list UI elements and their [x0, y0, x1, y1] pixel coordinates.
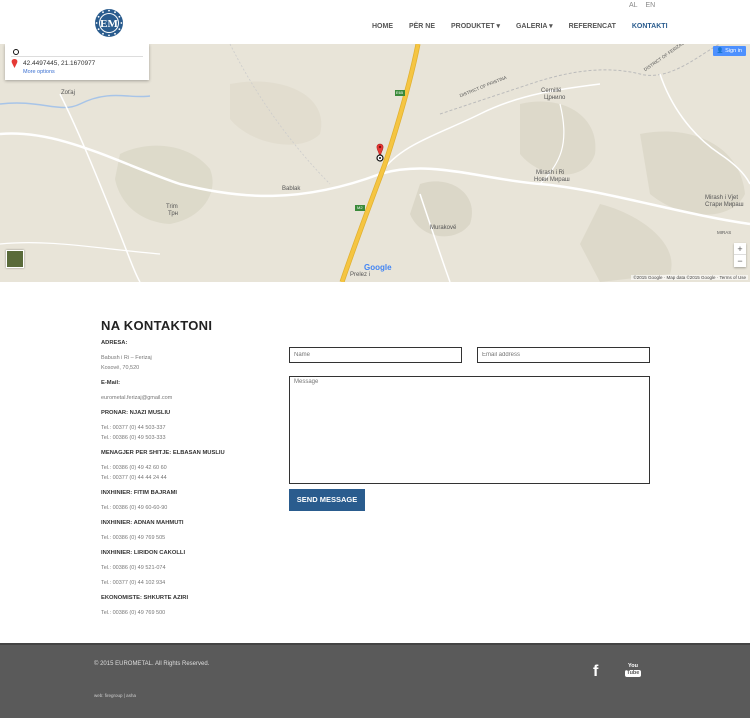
site-footer: © 2015 EUROMETAL. All Rights Reserved. w… [0, 643, 750, 718]
manager-tel-2: Tel.: 00377 (0) 44 44 24 44 [101, 475, 167, 481]
language-switcher: AL EN [629, 2, 661, 9]
marker-circle-icon [13, 49, 19, 55]
info-coordinates: 42.4497445, 21.1670977 [23, 60, 96, 67]
economist-tel: Tel.: 00386 (0) 49 769 500 [101, 610, 166, 616]
map-info-window: 42.4497445, 21.1670977 More options [5, 44, 149, 80]
map-label-prelez: Prelez i [350, 272, 371, 278]
map-label-trim: Trim [166, 204, 178, 210]
facebook-icon[interactable]: f [593, 663, 598, 681]
nav-galeria[interactable]: GALERIA ▾ [516, 22, 553, 30]
address-label: ADRESA: [101, 340, 128, 346]
nav-referencat[interactable]: REFERENCAT [569, 23, 616, 30]
send-message-button[interactable]: SEND MESSAGE [289, 489, 365, 511]
map-label-miras: MIRAS [717, 230, 732, 235]
owner-label: PRONAR: NJAZI MUSLIU [101, 410, 171, 416]
email-label: E-Mail: [101, 380, 121, 386]
engineer-1-tel: Tel.: 00386 (0) 49 60-60-90 [101, 505, 168, 511]
map-label-mirash: Mirash i Ri [536, 170, 565, 176]
google-map[interactable]: Zoťaj Bablak Trim Трн Cernillë Црнило Mi… [0, 44, 750, 282]
youtube-icon-bottom: Tube [625, 670, 641, 677]
youtube-icon-top: You [628, 663, 638, 669]
info-more-options-link[interactable]: More options [11, 69, 143, 75]
address-line-1: Babush i Ri – Ferizaj [101, 355, 152, 361]
engineer-2-tel: Tel.: 00386 (0) 49 769 505 [101, 535, 166, 541]
contact-info: ADRESA: Babush i Ri – Ferizaj Kosovë, 70… [101, 338, 281, 618]
owner-tel-2: Tel.: 00386 (0) 49 503-333 [101, 435, 166, 441]
map-label-cernille-cyr: Црнило [544, 95, 566, 101]
map-label-cernille: Cernillë [541, 88, 562, 94]
map-copyright[interactable]: ©2015 Google · Map data ©2015 Google · T… [631, 275, 748, 280]
map-label-bablak: Bablak [282, 186, 301, 192]
manager-label: MENAGJER PER SHITJE: ELBASAN MUSLIU [101, 450, 225, 456]
contact-title: NA KONTAKTONI [101, 318, 213, 333]
sign-in-label: Sign in [725, 48, 742, 54]
footer-credits[interactable]: web: firegroup | asha [94, 693, 136, 698]
contact-section: NA KONTAKTONI ADRESA: Babush i Ri – Feri… [0, 282, 750, 644]
owner-tel-1: Tel.: 00377 (0) 44 503-337 [101, 425, 166, 431]
zoom-out-button[interactable]: − [734, 255, 746, 267]
lang-en[interactable]: EN [646, 2, 656, 9]
map-label-zotaj: Zoťaj [61, 90, 75, 96]
zoom-in-button[interactable]: + [734, 243, 746, 255]
email-input[interactable] [477, 347, 650, 363]
google-logo: Google [364, 263, 392, 272]
engineer-3-tel-2: Tel.: 00377 (0) 44 102 934 [101, 580, 166, 586]
email-value[interactable]: eurometal.ferizaj@gmail.com [101, 393, 281, 403]
engineer-3-tel-1: Tel.: 00386 (0) 49 521-074 [101, 565, 166, 571]
map-pin-icon [11, 59, 18, 68]
map-label-murakove: Murakovë [430, 225, 457, 231]
info-row-marker [11, 47, 143, 57]
map-label-mirash-vjet: Mirash i Vjet [705, 195, 739, 201]
address-line-2: Kosovë, 70,520 [101, 365, 140, 371]
map-label-trim-cyr: Трн [168, 211, 178, 217]
map-label-mirash-vjet-cyr: Стари Мираш [705, 202, 744, 208]
map-road-e65: E65 [396, 90, 404, 95]
engineer-2-label: INXHINIER: ADNAN MAHMUTI [101, 520, 184, 526]
map-road-m2: M2 [357, 205, 363, 210]
svg-text:EM: EM [100, 18, 118, 30]
nav-home[interactable]: HOME [372, 23, 393, 30]
map-sign-in-button[interactable]: 👤 Sign in [712, 46, 746, 56]
footer-copyright: © 2015 EUROMETAL. All Rights Reserved. [94, 661, 210, 667]
lang-al[interactable]: AL [629, 2, 638, 9]
name-input[interactable] [289, 347, 462, 363]
nav-kontakti[interactable]: KONTAKTI [632, 23, 668, 30]
message-textarea[interactable] [289, 376, 650, 484]
eurometal-logo[interactable]: EM [94, 8, 124, 38]
site-header: EM AL EN HOME PËR NE PRODUKTET ▾ GALERIA… [0, 0, 750, 44]
engineer-3-label: INXHINIER: LIRIDON CAKOLLI [101, 550, 186, 556]
manager-tel-1: Tel.: 00386 (0) 49 42 60 60 [101, 465, 167, 471]
engineer-1-label: INXHINIER: FITIM BAJRAMI [101, 490, 178, 496]
user-icon: 👤 [716, 48, 724, 54]
main-nav: HOME PËR NE PRODUKTET ▾ GALERIA ▾ REFERE… [372, 22, 668, 30]
satellite-toggle[interactable] [6, 250, 24, 268]
nav-produktet[interactable]: PRODUKTET ▾ [451, 22, 500, 30]
nav-per-ne[interactable]: PËR NE [409, 23, 435, 30]
map-label-mirash-cyr: Нови Мираш [534, 177, 570, 183]
youtube-icon[interactable]: You Tube [625, 663, 641, 677]
economist-label: EKONOMISTE: SHKURTE AZIRI [101, 595, 189, 601]
map-zoom-control: + − [734, 243, 746, 267]
info-row-coords: 42.4497445, 21.1670977 [11, 59, 143, 68]
